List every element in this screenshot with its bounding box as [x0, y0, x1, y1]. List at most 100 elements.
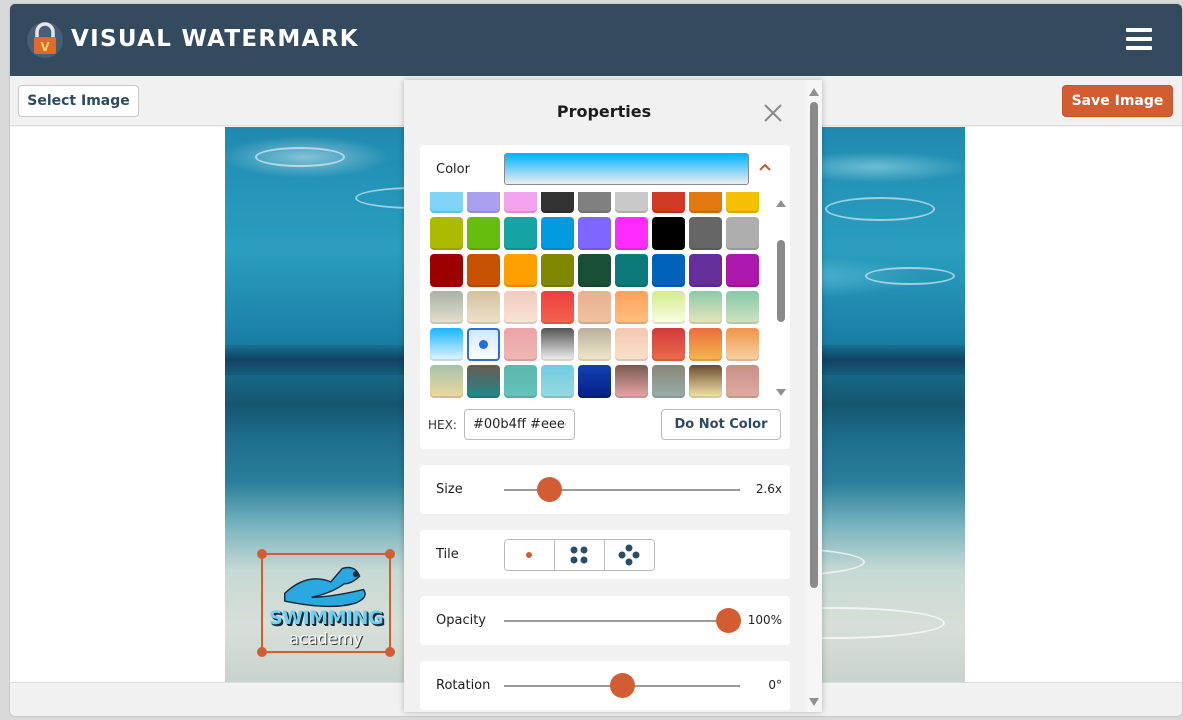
color-swatch[interactable]: [615, 328, 648, 361]
color-swatch[interactable]: [652, 365, 685, 398]
color-swatch[interactable]: [504, 291, 537, 324]
rotation-section: Rotation 0°: [420, 661, 790, 710]
color-swatch[interactable]: [726, 328, 759, 361]
opacity-slider[interactable]: [504, 608, 742, 633]
do-not-color-button[interactable]: Do Not Color: [661, 409, 781, 440]
opacity-label: Opacity: [436, 613, 487, 628]
hex-input[interactable]: [464, 409, 575, 440]
color-swatch[interactable]: [689, 217, 722, 250]
color-swatch[interactable]: [430, 192, 463, 213]
color-swatch[interactable]: [726, 192, 759, 213]
color-swatch[interactable]: [467, 192, 500, 213]
color-swatch[interactable]: [578, 254, 611, 287]
scroll-down-arrow-icon[interactable]: [776, 389, 786, 396]
color-swatch[interactable]: [467, 217, 500, 250]
color-swatch[interactable]: [652, 254, 685, 287]
color-swatch[interactable]: [541, 217, 574, 250]
color-swatch[interactable]: [652, 291, 685, 324]
tile-option-single[interactable]: [505, 540, 555, 570]
swatch-scroll-thumb[interactable]: [777, 240, 785, 322]
color-swatch[interactable]: [689, 365, 722, 398]
app-header: V VISUAL WATERMARK: [10, 4, 1182, 76]
color-swatch[interactable]: [652, 217, 685, 250]
panel-scrollbar[interactable]: [806, 80, 822, 712]
single-dot-icon: [526, 552, 532, 558]
opacity-section: Opacity 100%: [420, 596, 790, 645]
color-swatch[interactable]: [541, 365, 574, 398]
color-swatch[interactable]: [504, 365, 537, 398]
svg-text:V: V: [40, 40, 50, 54]
color-swatch[interactable]: [689, 291, 722, 324]
size-slider-thumb[interactable]: [536, 477, 562, 502]
color-swatch[interactable]: [615, 217, 648, 250]
color-swatch[interactable]: [504, 217, 537, 250]
rotation-slider-thumb[interactable]: [610, 673, 635, 698]
size-section: Size 2.6x: [420, 465, 790, 514]
color-swatch[interactable]: [578, 291, 611, 324]
panel-scroll-down-icon[interactable]: [809, 698, 819, 706]
color-swatch-selected[interactable]: [467, 328, 500, 361]
color-swatch[interactable]: [578, 328, 611, 361]
color-label: Color: [436, 162, 470, 177]
color-swatch[interactable]: [652, 192, 685, 213]
panel-scroll-up-icon[interactable]: [809, 88, 819, 96]
color-swatch[interactable]: [578, 365, 611, 398]
tile-option-diamond[interactable]: [605, 540, 654, 570]
color-swatch[interactable]: [726, 365, 759, 398]
tile-option-grid[interactable]: [555, 540, 605, 570]
opacity-slider-thumb[interactable]: [716, 608, 742, 633]
color-swatch[interactable]: [615, 365, 648, 398]
app-title: VISUAL WATERMARK: [71, 26, 359, 52]
color-swatch[interactable]: [541, 328, 574, 361]
color-swatch[interactable]: [726, 254, 759, 287]
color-swatch[interactable]: [430, 291, 463, 324]
rotation-label: Rotation: [436, 678, 491, 693]
color-swatch[interactable]: [726, 217, 759, 250]
color-swatch[interactable]: [504, 328, 537, 361]
color-preview-dropdown[interactable]: [504, 153, 749, 185]
color-swatch[interactable]: [689, 254, 722, 287]
watermark-selection[interactable]: SWIMMING academy: [257, 549, 395, 657]
size-slider[interactable]: [504, 477, 740, 502]
rotation-value: 0°: [768, 678, 782, 692]
chevron-up-icon[interactable]: [759, 161, 771, 173]
color-swatch[interactable]: [467, 291, 500, 324]
color-swatch[interactable]: [615, 192, 648, 213]
color-swatch[interactable]: [578, 192, 611, 213]
color-swatch-grid: [430, 192, 759, 400]
diamond-dots-icon: [618, 544, 640, 566]
resize-handle-top-right[interactable]: [385, 549, 395, 559]
color-swatch[interactable]: [615, 254, 648, 287]
color-swatch[interactable]: [689, 192, 722, 213]
hamburger-menu-icon[interactable]: [1126, 28, 1152, 50]
color-swatch[interactable]: [467, 365, 500, 398]
swatch-scrollbar[interactable]: [776, 200, 786, 396]
select-image-button[interactable]: Select Image: [18, 85, 139, 117]
resize-handle-top-left[interactable]: [257, 549, 267, 559]
resize-handle-bottom-left[interactable]: [257, 647, 267, 657]
color-swatch[interactable]: [541, 192, 574, 213]
tile-options: [504, 539, 655, 571]
color-swatch[interactable]: [541, 254, 574, 287]
color-swatch[interactable]: [541, 291, 574, 324]
color-swatch[interactable]: [504, 254, 537, 287]
color-swatch[interactable]: [430, 365, 463, 398]
color-section: Color HEX: Do Not Color: [420, 145, 790, 449]
color-swatch[interactable]: [430, 254, 463, 287]
color-swatch[interactable]: [430, 328, 463, 361]
tile-section: Tile: [420, 530, 790, 579]
color-swatch[interactable]: [467, 254, 500, 287]
color-swatch[interactable]: [430, 217, 463, 250]
save-image-button[interactable]: Save Image: [1062, 85, 1173, 117]
color-swatch[interactable]: [615, 291, 648, 324]
color-swatch[interactable]: [652, 328, 685, 361]
close-icon[interactable]: [762, 102, 784, 124]
panel-scroll-thumb[interactable]: [810, 102, 818, 588]
color-swatch[interactable]: [504, 192, 537, 213]
scroll-up-arrow-icon[interactable]: [776, 200, 786, 207]
color-swatch[interactable]: [689, 328, 722, 361]
resize-handle-bottom-right[interactable]: [385, 647, 395, 657]
color-swatch[interactable]: [726, 291, 759, 324]
color-swatch[interactable]: [578, 217, 611, 250]
rotation-slider[interactable]: [504, 673, 740, 698]
